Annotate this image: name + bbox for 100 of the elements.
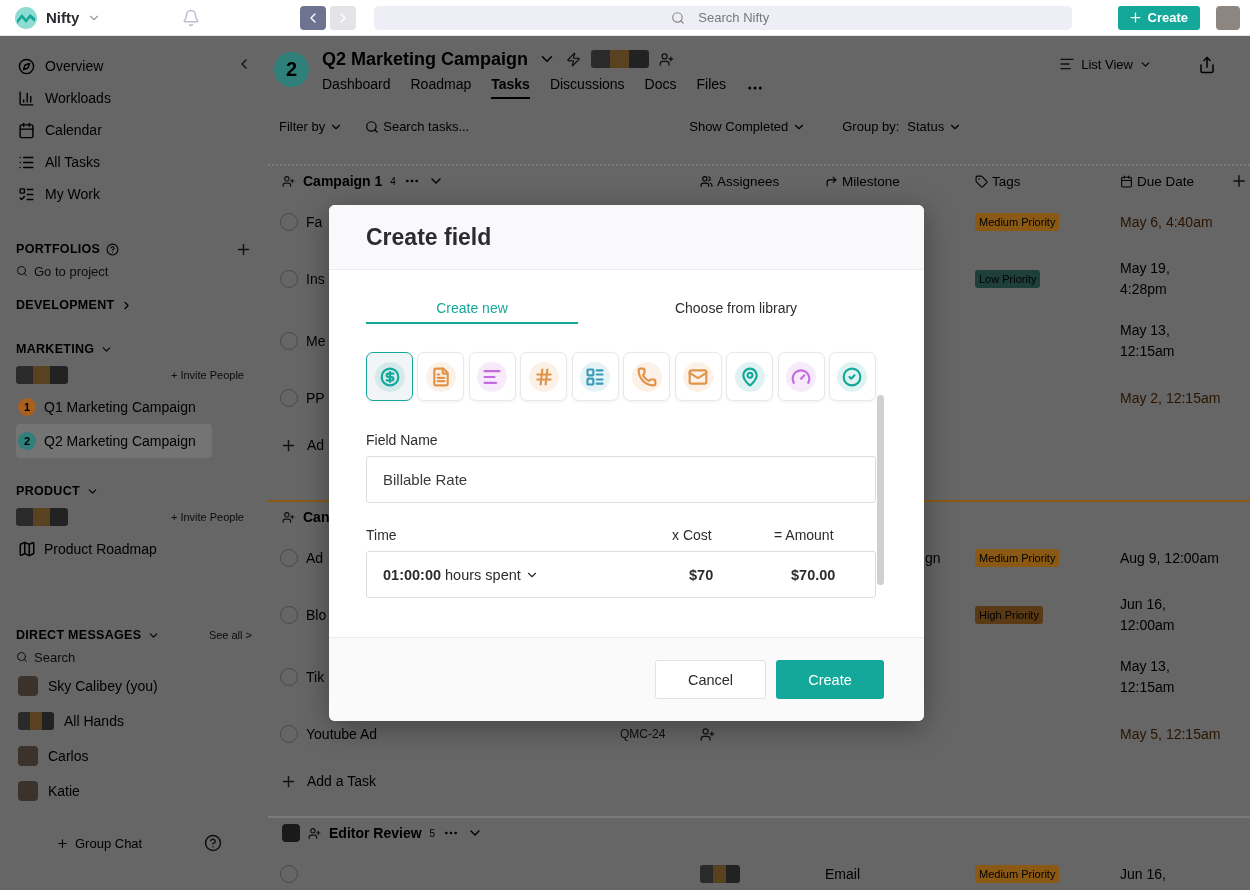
task-name[interactable]: Ad [306,550,324,566]
add-user-icon[interactable] [659,51,675,67]
field-type-button[interactable] [366,352,413,401]
workspace-name[interactable]: Nifty [46,9,80,26]
back-button[interactable] [300,5,326,30]
share-icon[interactable] [1198,56,1216,74]
project-tab[interactable]: Files [696,76,727,99]
view-dropdown[interactable]: List View [1059,56,1152,72]
scrollbar[interactable] [877,395,884,585]
column-header[interactable]: Milestone [825,173,975,189]
message-item[interactable]: Carlos [16,738,252,773]
avatar [18,675,38,696]
dialog-tab[interactable]: Create new [366,300,578,324]
column-label: x Cost [672,527,712,543]
project-tab[interactable]: Dashboard [322,76,391,99]
calendar-icon [18,121,35,139]
invite-link[interactable]: + Invite People [170,369,244,381]
project-item[interactable]: 1 Q1 Marketing Campaign [16,390,212,424]
due-date: May 2, 12:15am [1120,388,1222,408]
due-date: May 13, 12:15am [1120,657,1176,697]
column-label: = Amount [774,527,834,543]
search-icon [16,651,28,663]
create-button[interactable]: Create [776,660,884,699]
priority-tag: Medium Priority [975,549,1060,567]
due-date: Aug 9, 12:00am [1120,548,1220,568]
project-item[interactable]: Product Roadmap [16,532,212,566]
search-icon [365,119,380,134]
add-user-icon[interactable] [700,726,715,742]
lines-icon [1059,56,1076,72]
invite-link[interactable]: + Invite People [170,511,244,523]
arrow-icon [825,174,838,188]
task-name[interactable]: Me [306,333,326,349]
show-completed-dropdown[interactable]: Show Completed [689,119,807,134]
cancel-button[interactable]: Cancel [655,660,766,699]
search-field[interactable]: Search Nifty [374,5,1072,30]
group-name[interactable]: Campaign 1 [303,173,383,189]
message-item[interactable]: Sky Calibey (you) [16,668,252,703]
message-search-field[interactable]: Search [34,649,184,665]
project-search-field[interactable]: Go to project [34,263,184,279]
filter-dropdown[interactable]: Filter by [279,119,344,134]
column-header[interactable]: Due Date [1120,173,1230,189]
project-badge: 2 [18,432,36,450]
add-column-icon[interactable] [1230,172,1248,190]
sidebar-item[interactable]: Workloads [16,82,252,114]
add-user-icon[interactable] [282,510,295,524]
sidebar-item[interactable]: Overview [16,50,252,82]
search-icon [670,10,685,25]
sidebar-item[interactable]: My Work [16,178,252,210]
group-chat-button[interactable]: Group Chat [56,835,143,851]
project-item[interactable]: 2 Q2 Marketing Campaign [16,424,212,458]
project-title[interactable]: Q2 Marketing Campaign [322,48,529,70]
project-badge: 1 [18,398,36,416]
time-dropdown[interactable]: 01:00:00 hours spent [383,566,539,583]
project-tab[interactable]: Tasks [491,76,530,99]
see-all-link[interactable]: See all > [208,629,252,641]
sidebar-item[interactable]: All Tasks [16,146,252,178]
task-name[interactable]: Tik [306,669,325,685]
section-title[interactable]: MARKETING [16,342,95,356]
column-label: Time [366,527,397,543]
add-user-icon[interactable] [282,174,295,188]
task-search-field[interactable]: Search tasks... [383,119,584,134]
group-name[interactable]: Can [303,509,330,525]
dialog-title: Create field [366,223,492,251]
tag-icon [975,174,988,188]
message-item[interactable]: Katie [16,773,252,808]
due-date: May 19, 4:28pm [1120,259,1171,299]
create-button[interactable]: Create [1117,5,1200,30]
lightning-icon[interactable] [566,51,582,67]
add-task-link[interactable]: Ad [307,437,325,453]
section-title[interactable]: DEVELOPMENT [16,298,115,312]
sidebar-item[interactable]: Calendar [16,114,252,146]
add-user-icon[interactable] [308,826,321,840]
user-avatar[interactable] [1216,5,1240,30]
help-icon[interactable] [204,834,222,852]
field-label: Field Name [366,432,439,448]
project-tab[interactable]: Roadmap [410,76,472,99]
due-date: Jun 16, 12:00am [1120,595,1176,635]
priority-tag: Medium Priority [975,865,1060,883]
task-name[interactable]: Ins [306,271,325,287]
group-by-dropdown[interactable]: Status [907,119,963,134]
project-tab[interactable]: Docs [644,76,677,99]
task-name[interactable]: Blo [306,607,327,623]
priority-tag: Medium Priority [975,213,1060,231]
add-task-link[interactable]: Add a Task [307,773,376,789]
group-name[interactable]: Editor Review [329,825,422,841]
column-header[interactable]: Assignees [700,173,825,189]
section-title[interactable]: DIRECT MESSAGES [16,628,142,642]
task-name[interactable]: Youtube Ad [306,726,378,742]
bell-icon[interactable] [182,8,200,27]
field-name-input[interactable]: Billable Rate [366,456,876,503]
section-title[interactable]: PRODUCT [16,484,80,498]
help-icon [106,242,120,256]
message-item[interactable]: All Hands [16,703,252,738]
column-header[interactable]: Tags [975,173,1120,189]
member-avatars [591,50,650,68]
task-name[interactable]: Fa [306,214,323,230]
task-name[interactable]: PP [306,390,325,406]
project-tab[interactable]: Discussions [549,76,625,99]
dialog-tab[interactable]: Choose from library [630,300,842,324]
plus-icon [56,836,69,850]
